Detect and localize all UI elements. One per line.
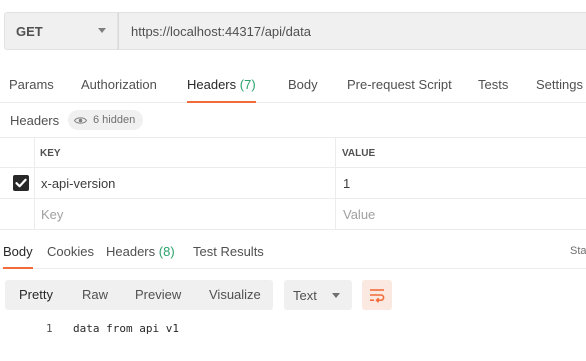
checkmark-icon	[15, 178, 27, 188]
format-select[interactable]: Text	[284, 280, 352, 310]
preview-button[interactable]: Preview	[135, 280, 181, 310]
method-select[interactable]: GET	[4, 12, 118, 50]
tab-label: Settings	[536, 77, 583, 92]
key-column-label: KEY	[40, 148, 61, 159]
url-text: https://localhost:44317/api/data	[131, 23, 311, 39]
row-check-cell	[0, 168, 35, 198]
line-number: 1	[46, 322, 53, 335]
tab-label: Body	[288, 77, 318, 92]
tab-cookies[interactable]: Cookies	[47, 237, 94, 268]
tab-test-results[interactable]: Test Results	[193, 237, 264, 268]
visualize-button[interactable]: Visualize	[209, 280, 261, 310]
key-column-header: KEY	[34, 138, 336, 167]
header-value: 1	[343, 176, 351, 191]
table-header-row: KEY VALUE	[0, 137, 586, 168]
value-cell[interactable]: 1	[336, 168, 586, 198]
tab-pre-request-script[interactable]: Pre-request Script	[347, 70, 452, 102]
response-tabs: Body Cookies Headers (8) Test Results St…	[0, 237, 586, 269]
tab-count: (8)	[158, 244, 175, 259]
tab-label: Test Results	[193, 244, 264, 259]
tab-headers[interactable]: Headers (7)	[187, 70, 256, 103]
header-key: x-api-version	[41, 176, 116, 191]
view-mode-group: Pretty Raw Preview Visualize	[5, 280, 273, 310]
chevron-down-icon	[332, 293, 340, 298]
tab-body[interactable]: Body	[288, 70, 318, 102]
tab-label: Authorization	[81, 77, 157, 92]
request-url-bar: GET https://localhost:44317/api/data	[0, 0, 586, 62]
wrap-lines-icon	[370, 289, 385, 303]
tab-label: Pre-request Script	[347, 77, 452, 92]
value-column-header: VALUE	[336, 138, 586, 167]
status-label: Sta	[570, 245, 586, 257]
tab-response-body[interactable]: Body	[3, 237, 33, 269]
chevron-down-icon	[98, 28, 106, 33]
value-column-label: VALUE	[342, 148, 376, 159]
hidden-headers-toggle[interactable]: 6 hidden	[68, 110, 144, 130]
url-input[interactable]: https://localhost:44317/api/data	[118, 12, 586, 50]
new-header-row: Key Value	[0, 199, 586, 230]
tab-label: Body	[3, 244, 33, 259]
pretty-button[interactable]: Pretty	[19, 280, 53, 310]
value-placeholder: Value	[343, 207, 376, 222]
row-check-cell	[0, 199, 35, 229]
request-tabs: Params Authorization Headers (7) Body Pr…	[0, 70, 586, 103]
tab-label: Headers	[187, 77, 237, 92]
tab-params[interactable]: Params	[9, 70, 54, 102]
headers-title: Headers	[10, 113, 60, 128]
table-row: x-api-version 1	[0, 168, 586, 199]
method-label: GET	[16, 23, 43, 39]
tab-count: (7)	[239, 77, 256, 92]
hidden-count-label: 6 hidden	[93, 114, 136, 126]
tab-label: Cookies	[47, 244, 94, 259]
tab-settings[interactable]: Settings	[536, 70, 583, 102]
code-line: data from api v1	[73, 322, 179, 335]
response-toolbar: Pretty Raw Preview Visualize Text	[0, 268, 586, 320]
tab-label: Params	[9, 77, 54, 92]
eye-icon	[74, 116, 87, 124]
wrap-lines-button[interactable]	[362, 280, 392, 310]
response-body-editor[interactable]: 1 data from api v1	[0, 320, 586, 361]
tab-label: Headers	[106, 244, 156, 259]
tab-authorization[interactable]: Authorization	[81, 70, 157, 102]
format-label: Text	[293, 288, 317, 303]
tab-response-headers[interactable]: Headers (8)	[106, 237, 175, 268]
new-value-input[interactable]: Value	[336, 199, 586, 229]
headers-bar: Headers 6 hidden	[0, 103, 586, 137]
headers-table: KEY VALUE x-api-version 1 Key Value	[0, 137, 586, 230]
header-check-cell	[0, 138, 35, 167]
raw-button[interactable]: Raw	[82, 280, 108, 310]
tab-tests[interactable]: Tests	[478, 70, 508, 102]
row-enabled-checkbox[interactable]	[13, 175, 29, 191]
key-placeholder: Key	[41, 207, 64, 222]
key-cell[interactable]: x-api-version	[34, 168, 336, 198]
tab-label: Tests	[478, 77, 509, 92]
new-key-input[interactable]: Key	[34, 199, 336, 229]
